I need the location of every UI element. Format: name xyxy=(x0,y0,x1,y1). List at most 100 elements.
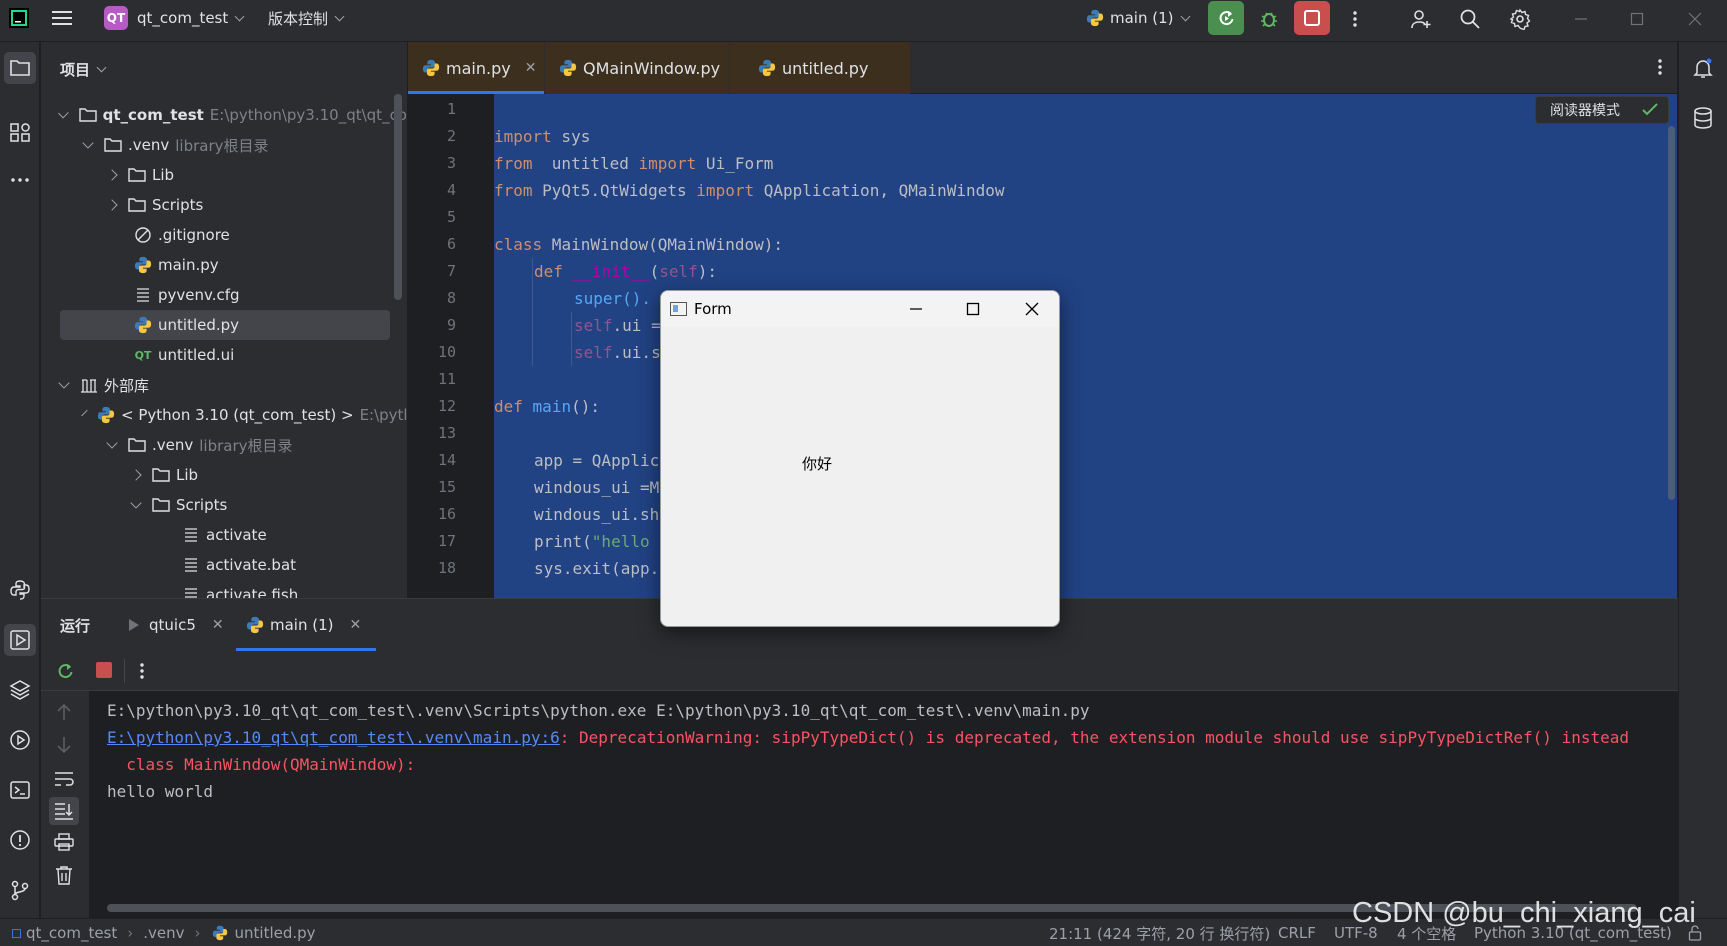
tree-item-gitignore[interactable]: .gitignore xyxy=(41,220,407,250)
run-tab-main[interactable]: main (1) ✕ xyxy=(236,599,376,651)
print-button[interactable] xyxy=(54,833,74,855)
tab-qmainwindow-py[interactable]: QMainWindow.py xyxy=(545,42,729,94)
code-line-15[interactable]: windous_ui =M xyxy=(534,474,659,501)
source-link[interactable]: E:\python\py3.10_qt\qt_com_test\.venv\ma… xyxy=(107,728,560,747)
main-menu-icon[interactable] xyxy=(52,0,72,36)
breadcrumb-item[interactable]: .venv xyxy=(143,924,184,942)
code-line-10[interactable]: self.ui.s xyxy=(574,339,661,366)
soft-wrap-button[interactable] xyxy=(54,771,74,791)
git-button[interactable] xyxy=(4,874,36,906)
scroll-up-button[interactable] xyxy=(56,703,72,725)
tree-item-main-py[interactable]: main.py xyxy=(41,250,407,280)
code-line-7[interactable]: def __init__(self): xyxy=(534,258,717,285)
tab-main-py[interactable]: main.py ✕ xyxy=(408,42,544,94)
code-line-17[interactable]: print("hello xyxy=(534,528,650,555)
code-line-6[interactable]: class MainWindow(QMainWindow): xyxy=(494,231,783,258)
collapse-arrow-icon[interactable] xyxy=(106,169,118,181)
tree-item-project-root[interactable]: qt_com_test E:\python\py3.10_qt\qt_co xyxy=(41,100,407,130)
tree-item-activate-fish[interactable]: activate.fish xyxy=(41,580,407,598)
database-button[interactable] xyxy=(1687,102,1719,134)
project-panel-scrollbar[interactable] xyxy=(394,94,402,300)
services-button[interactable] xyxy=(4,724,36,756)
notifications-button[interactable] xyxy=(1687,52,1719,84)
tree-item-python-sdk[interactable]: < Python 3.10 (qt_com_test) > E:\pytl xyxy=(41,400,407,430)
add-user-button[interactable] xyxy=(1405,3,1437,35)
more-actions-button[interactable] xyxy=(1339,3,1371,35)
clear-output-button[interactable] xyxy=(55,865,73,889)
more-tools-button[interactable] xyxy=(4,164,36,196)
editor-tabs-more-button[interactable] xyxy=(1657,58,1663,80)
tree-item-sdk-lib[interactable]: Lib xyxy=(41,460,407,490)
code-line-4[interactable]: from PyQt5.QtWidgets import QApplication… xyxy=(494,177,1005,204)
expand-arrow-icon[interactable] xyxy=(106,437,118,449)
stop-button[interactable] xyxy=(1294,1,1330,35)
code-line-2[interactable]: import sys xyxy=(494,123,590,150)
code-line-16[interactable]: windous_ui.sh xyxy=(534,501,659,528)
tree-item-untitled-py[interactable]: untitled.py xyxy=(60,310,390,340)
rerun-button[interactable] xyxy=(1208,1,1244,35)
code-line-14[interactable]: app = QApplic xyxy=(534,447,659,474)
tree-item-activate-bat[interactable]: activate.bat xyxy=(41,550,407,580)
form-title-bar[interactable]: Form xyxy=(661,291,1059,327)
minimize-window-button[interactable] xyxy=(1565,3,1597,35)
python-console-button[interactable] xyxy=(4,574,36,606)
tree-item-activate[interactable]: activate xyxy=(41,520,407,550)
close-tab-icon[interactable]: ✕ xyxy=(525,60,537,76)
debug-button[interactable] xyxy=(1253,3,1285,35)
code-line-12[interactable]: def main(): xyxy=(494,393,600,420)
run-more-button[interactable] xyxy=(139,662,145,684)
expand-arrow-icon[interactable] xyxy=(81,409,88,417)
line-number: 11 xyxy=(437,370,456,388)
collapse-arrow-icon[interactable] xyxy=(106,199,118,211)
tab-untitled-py[interactable]: untitled.py xyxy=(730,42,910,94)
breadcrumb-item[interactable]: qt_com_test xyxy=(26,924,117,942)
tree-item-lib[interactable]: Lib xyxy=(41,160,407,190)
run-tool-button[interactable] xyxy=(4,624,36,656)
scroll-down-button[interactable] xyxy=(56,736,72,758)
run-config-selector[interactable]: main (1) xyxy=(1086,0,1190,36)
scroll-to-end-button[interactable] xyxy=(49,797,79,825)
module-icon xyxy=(12,928,21,938)
run-tab-qtuic5[interactable]: qtuic5 ✕ xyxy=(127,599,224,651)
expand-arrow-icon[interactable] xyxy=(130,497,142,509)
editor-scrollbar[interactable] xyxy=(1668,126,1675,500)
rerun-button[interactable] xyxy=(55,661,75,685)
stop-icon[interactable] xyxy=(96,662,112,678)
maximize-window-button[interactable] xyxy=(1621,3,1653,35)
terminal-button[interactable] xyxy=(4,774,36,806)
tree-item-sdk-venv[interactable]: .venv library根目录 xyxy=(41,430,407,460)
tree-item-scripts[interactable]: Scripts xyxy=(41,190,407,220)
tree-item-venv[interactable]: .venv library根目录 xyxy=(41,130,407,160)
search-button[interactable] xyxy=(1454,3,1486,35)
project-tool-button[interactable] xyxy=(4,52,36,84)
collapse-arrow-icon[interactable] xyxy=(130,469,142,481)
expand-arrow-icon[interactable] xyxy=(82,137,94,149)
code-line-9[interactable]: self.ui = xyxy=(574,312,661,339)
code-line-8[interactable]: super(). xyxy=(574,285,651,312)
tree-item-external-libs[interactable]: 外部库 xyxy=(41,370,407,400)
breadcrumb-item[interactable]: untitled.py xyxy=(235,924,316,942)
close-window-button[interactable] xyxy=(1679,3,1711,35)
code-line-18[interactable]: sys.exit(app. xyxy=(534,555,659,582)
line-separator[interactable]: CRLF xyxy=(1278,919,1316,946)
code-line-3[interactable]: from untitled import Ui_Form xyxy=(494,150,773,177)
tree-item-sdk-scripts[interactable]: Scripts xyxy=(41,490,407,520)
form-close-button[interactable] xyxy=(1004,291,1059,327)
reader-mode-button[interactable]: 阅读器模式 xyxy=(1535,96,1669,124)
close-tab-icon[interactable]: ✕ xyxy=(212,617,224,633)
expand-arrow-icon[interactable] xyxy=(58,107,69,119)
close-tab-icon[interactable]: ✕ xyxy=(350,617,362,633)
form-minimize-button[interactable] xyxy=(888,291,944,327)
project-switcher[interactable]: QT qt_com_test xyxy=(104,0,245,36)
python-packages-button[interactable] xyxy=(4,674,36,706)
problems-button[interactable] xyxy=(4,824,36,856)
tree-item-pyvenv-cfg[interactable]: pyvenv.cfg xyxy=(41,280,407,310)
structure-tool-button[interactable] xyxy=(4,116,36,148)
settings-button[interactable] xyxy=(1504,3,1536,35)
vcs-menu[interactable]: 版本控制 xyxy=(268,0,345,36)
caret-position[interactable]: 21:11 (424 字符, 20 行 换行符) xyxy=(1049,919,1270,946)
form-maximize-button[interactable] xyxy=(945,291,1001,327)
project-panel-header[interactable]: 项目 xyxy=(41,42,407,96)
tree-item-untitled-ui[interactable]: QT untitled.ui xyxy=(41,340,407,370)
expand-arrow-icon[interactable] xyxy=(58,377,70,389)
